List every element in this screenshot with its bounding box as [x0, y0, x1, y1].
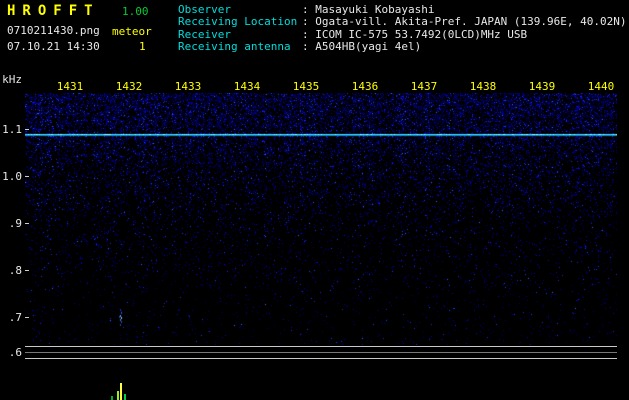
- hrofft-screen: HROFFT 1.00 0710211430.png meteor 07.10.…: [0, 0, 629, 400]
- time-tick-label: 1438: [469, 80, 497, 93]
- signal-spike: [124, 394, 126, 400]
- freq-tick-label: .9: [8, 217, 22, 230]
- info-label: Receiving antenna: [178, 40, 291, 54]
- freq-tick-label: 1.1: [2, 123, 22, 136]
- time-tick-label: 1433: [174, 80, 202, 93]
- meteor-count-value: 1: [139, 40, 146, 53]
- app-version: 1.00: [122, 5, 149, 18]
- freq-axis: 1.1 1.0 .9 .8 .7 .6: [0, 0, 24, 400]
- separator-line: [25, 358, 617, 359]
- info-value: Ogata-vill. Akita-Pref. JAPAN (139.96E, …: [315, 15, 627, 29]
- info-separator: :: [302, 3, 316, 16]
- info-value: A504HB(yagi 4el): [315, 40, 422, 54]
- freq-tick-mark: [25, 176, 29, 177]
- freq-tick-mark: [25, 129, 29, 130]
- freq-tick-mark: [25, 270, 29, 271]
- freq-tick-label: .7: [8, 311, 22, 324]
- time-tick-label: 1439: [528, 80, 556, 93]
- info-value: Masayuki Kobayashi: [315, 3, 435, 16]
- time-tick-label: 1431: [56, 80, 84, 93]
- freq-tick-mark: [25, 223, 29, 224]
- time-tick-label: 1434: [233, 80, 261, 93]
- station-info: Observer: Masayuki Kobayashi Receiving Lo…: [178, 3, 627, 54]
- info-row: Receiving antenna: A504HB(yagi 4el): [178, 40, 627, 54]
- freq-tick-label: .8: [8, 264, 22, 277]
- freq-tick-label: .6: [8, 346, 22, 359]
- signal-spike: [120, 383, 122, 400]
- freq-tick-label: 1.0: [2, 170, 22, 183]
- separator-line: [25, 352, 617, 353]
- signal-spike: [111, 396, 113, 400]
- time-tick-label: 1437: [410, 80, 438, 93]
- info-separator: :: [302, 40, 316, 54]
- time-tick-label: 1436: [351, 80, 379, 93]
- time-tick-label: 1440: [587, 80, 615, 93]
- time-tick-label: 1432: [115, 80, 143, 93]
- meteor-count-label: meteor: [112, 25, 152, 38]
- time-tick-label: 1435: [292, 80, 320, 93]
- info-separator: :: [302, 27, 316, 41]
- freq-tick-mark: [25, 317, 29, 318]
- info-label: Receiving Location: [178, 15, 298, 29]
- info-value: ICOM IC-575 53.7492(0LCD)MHz USB: [315, 27, 528, 41]
- info-separator: :: [302, 15, 316, 29]
- spectrogram-canvas: [25, 93, 617, 345]
- separator-line: [25, 346, 617, 347]
- signal-spike: [117, 391, 119, 400]
